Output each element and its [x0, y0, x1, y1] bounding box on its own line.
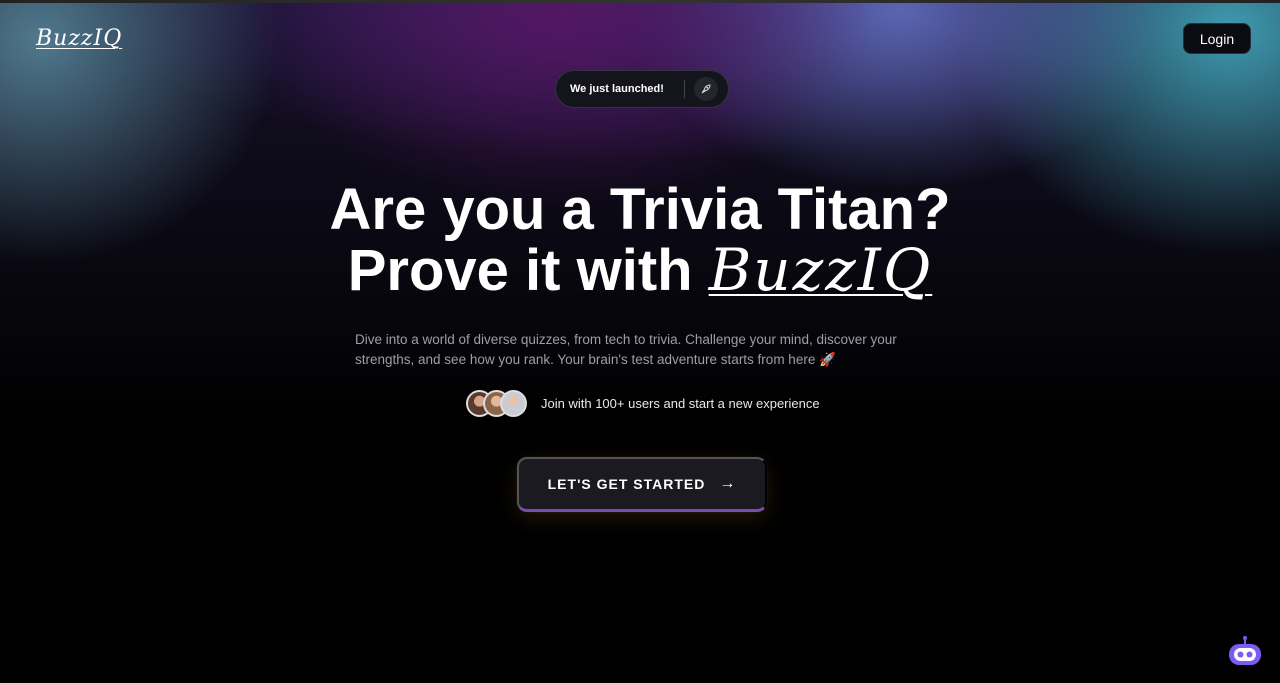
hero-title-brand: BuzzIQ: [708, 236, 933, 304]
hero-title-line1: Are you a Trivia Titan?: [329, 177, 951, 242]
launch-badge-text: We just launched!: [570, 83, 664, 95]
arrow-right-icon: →: [719, 475, 737, 492]
top-border: [0, 0, 1280, 3]
launch-badge: We just launched!: [555, 70, 729, 108]
badge-divider: [683, 80, 685, 98]
social-proof-text: Join with 100+ users and start a new exp…: [541, 396, 820, 411]
avatar: [500, 390, 527, 417]
hero-subtitle: Dive into a world of diverse quizzes, fr…: [355, 332, 897, 367]
robot-icon: [1229, 636, 1261, 665]
get-started-button[interactable]: LET'S GET STARTED →: [517, 457, 767, 512]
get-started-label: LET'S GET STARTED: [547, 476, 706, 492]
social-proof: Join with 100+ users and start a new exp…: [466, 390, 820, 417]
rocket-icon: [693, 77, 718, 101]
chatbot-button[interactable]: [1227, 635, 1263, 667]
brand-logo[interactable]: BuzzIQ: [36, 26, 122, 51]
hero-title-line2: Prove it with: [347, 238, 709, 303]
login-button[interactable]: Login: [1183, 23, 1251, 54]
landing-page: BuzzIQ Login We just launched! Are you a…: [0, 0, 1280, 683]
hero-title: Are you a Trivia Titan? Prove it with Bu…: [0, 180, 1280, 301]
